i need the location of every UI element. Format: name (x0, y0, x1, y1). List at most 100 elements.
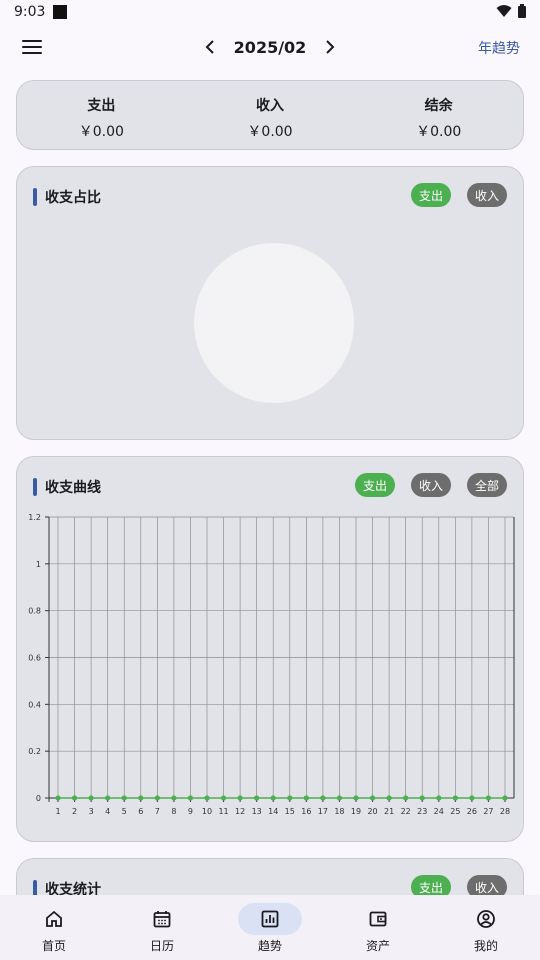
chevron-right-icon[interactable] (320, 36, 340, 58)
data-point (204, 795, 210, 801)
data-point (55, 795, 61, 801)
x-tick-label: 20 (367, 807, 377, 816)
data-point (403, 795, 409, 801)
x-tick-label: 7 (155, 807, 160, 816)
status-time: 9:03 (14, 4, 46, 20)
nav-label: 首页 (41, 939, 66, 953)
bottom-navigation: 首页 日历 趋势 资产 我的 (0, 895, 540, 960)
y-tick-label: 0.8 (28, 607, 41, 616)
summary-value: ￥0.00 (78, 124, 124, 140)
card-title: 收支占比 (33, 187, 101, 207)
data-point (419, 795, 425, 801)
x-tick-label: 25 (450, 807, 460, 816)
y-tick-label: 0.6 (28, 654, 41, 663)
data-point (452, 795, 458, 801)
nav-label: 日历 (149, 939, 174, 953)
nav-home[interactable]: 首页 (0, 895, 108, 960)
nav-assets[interactable]: 资产 (324, 895, 432, 960)
x-tick-label: 28 (500, 807, 510, 816)
x-tick-label: 3 (89, 807, 94, 816)
x-tick-label: 24 (434, 807, 444, 816)
data-point (287, 795, 293, 801)
chart-icon (238, 903, 302, 935)
data-point (369, 795, 376, 801)
data-point (436, 795, 442, 801)
summary-value: ￥0.00 (247, 124, 293, 140)
data-point (154, 795, 160, 801)
year-trend-button[interactable]: 年趋势 (478, 38, 520, 58)
x-tick-label: 15 (285, 807, 295, 816)
x-tick-label: 9 (188, 807, 193, 816)
summary-label: 收入 (256, 98, 284, 114)
month-navigator: 2025/02 (0, 36, 540, 58)
nav-trend[interactable]: 趋势 (216, 895, 324, 960)
summary-card: 支出 ￥0.00 收入 ￥0.00 结余 ￥0.00 (16, 80, 524, 150)
x-tick-label: 8 (171, 807, 176, 816)
line-chart: 00.20.40.60.811.21 2 3 4 5 6 7 8 9 10 11 12 13 14 15 16… (28, 513, 515, 816)
data-point (303, 795, 309, 801)
y-tick-label: 0.4 (28, 700, 41, 709)
summary-label: 支出 (87, 98, 116, 114)
nav-calendar[interactable]: 日历 (108, 895, 216, 960)
nav-label: 我的 (473, 939, 498, 953)
ratio-card: 收支占比 支出 收入 (16, 166, 524, 440)
x-tick-label: 13 (252, 807, 262, 816)
x-tick-label: 27 (483, 807, 493, 816)
y-tick-label: 0 (36, 794, 41, 803)
ratio-title: 收支占比 (45, 190, 101, 206)
y-tick-label: 1 (36, 560, 41, 569)
status-icons (496, 4, 526, 18)
nav-label: 资产 (365, 939, 390, 953)
data-point (336, 795, 343, 801)
x-tick-label: 17 (318, 807, 328, 816)
x-tick-label: 1 (55, 807, 60, 816)
data-point (254, 795, 260, 801)
chevron-left-icon[interactable] (200, 36, 220, 58)
summary-income: 收入 ￥0.00 (186, 81, 355, 149)
x-tick-label: 26 (467, 807, 477, 816)
data-point (220, 795, 227, 801)
x-tick-label: 14 (268, 807, 278, 816)
pie-chart-empty (194, 243, 354, 403)
nav-mine[interactable]: 我的 (432, 895, 540, 960)
x-tick-label: 18 (334, 807, 344, 816)
summary-expense: 支出 ￥0.00 (17, 81, 186, 149)
data-point (320, 795, 326, 801)
x-tick-label: 22 (401, 807, 411, 816)
data-point (469, 795, 475, 801)
y-tick-label: 1.2 (28, 513, 41, 522)
x-tick-label: 16 (301, 807, 311, 816)
x-tick-label: 5 (122, 807, 127, 816)
x-tick-label: 12 (235, 807, 245, 816)
x-tick-label: 23 (417, 807, 427, 816)
data-point (353, 795, 359, 801)
data-point (386, 795, 392, 801)
x-tick-label: 10 (202, 807, 212, 816)
data-point (237, 795, 243, 801)
current-month[interactable]: 2025/02 (234, 38, 307, 57)
data-point (71, 795, 78, 801)
data-point (270, 795, 276, 801)
data-point (171, 795, 177, 801)
y-tick-label: 0.2 (28, 747, 41, 756)
data-point (121, 795, 127, 801)
calendar-icon (130, 903, 194, 935)
top-app-bar: 2025/02 年趋势 (0, 24, 540, 72)
ratio-income-chip[interactable]: 收入 (467, 183, 507, 207)
title-accent-bar (33, 188, 37, 206)
x-tick-label: 21 (384, 807, 394, 816)
data-point (187, 795, 194, 801)
curve-card: 收支曲线 支出 收入 全部 0 0.2 0.4 0.6 0.8 1 1.2 1 2 3 4 5 6 7 8 9… (16, 456, 524, 842)
data-point (88, 795, 94, 801)
summary-label: 结余 (424, 98, 453, 114)
x-tick-label: 19 (351, 807, 361, 816)
x-tick-label: 4 (105, 807, 110, 816)
wallet-icon (346, 903, 410, 935)
status-bar: 9:03 (0, 0, 540, 24)
ratio-expense-chip[interactable]: 支出 (411, 183, 451, 207)
x-tick-label: 6 (138, 807, 143, 816)
battery-icon (518, 4, 526, 18)
data-point (485, 795, 492, 801)
profile-icon (454, 903, 518, 935)
summary-balance: 结余 ￥0.00 (354, 81, 523, 149)
